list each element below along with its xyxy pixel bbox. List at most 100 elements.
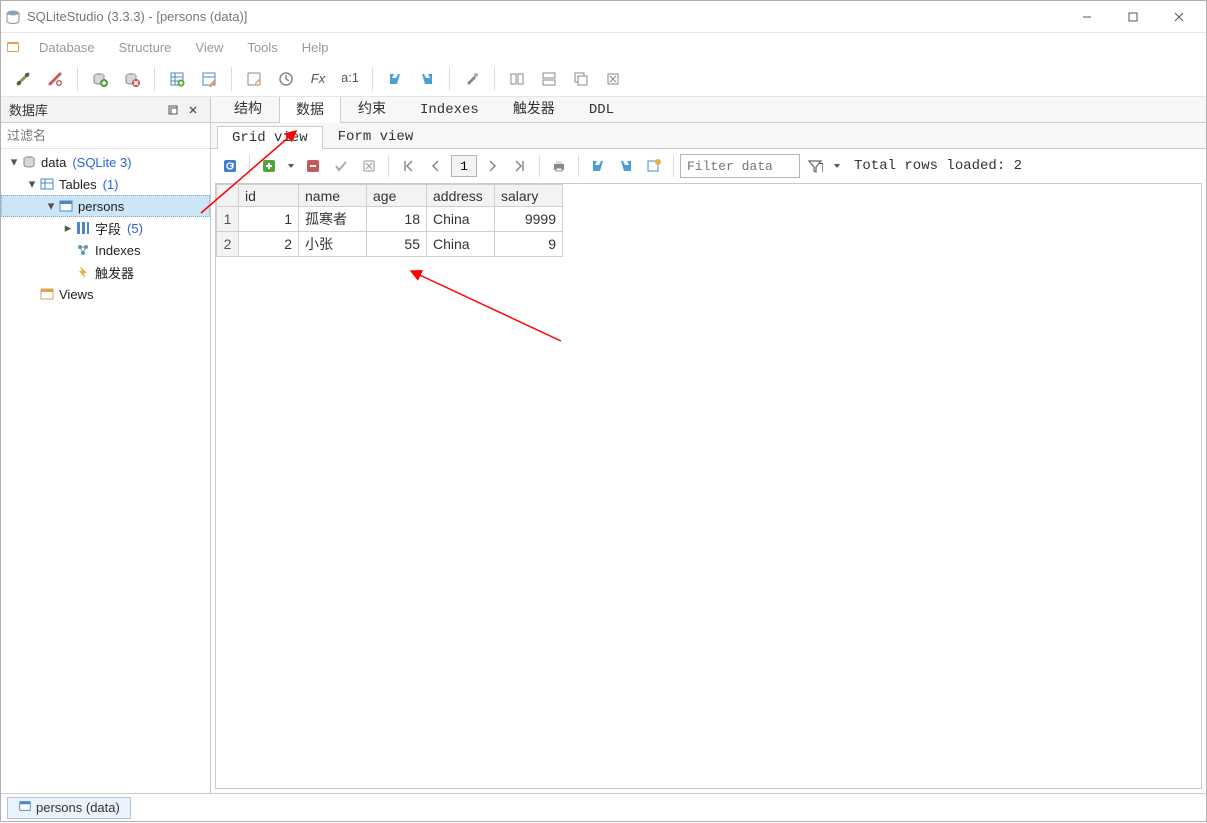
import-data-button[interactable] <box>613 153 639 179</box>
tab-triggers[interactable]: 触发器 <box>496 97 572 122</box>
db-engine: (SQLite 3) <box>72 155 131 170</box>
tree-table-persons[interactable]: ▾ persons <box>1 195 210 217</box>
svg-text:Fx: Fx <box>311 71 326 86</box>
separator <box>449 67 450 91</box>
data-grid-wrapper: idnameageaddresssalary11孤寒者18China999922… <box>215 183 1202 789</box>
menu-tools[interactable]: Tools <box>235 36 289 59</box>
tree-db-node[interactable]: ▾ data (SQLite 3) <box>1 151 210 173</box>
menu-database[interactable]: Database <box>27 36 107 59</box>
remove-db-button[interactable] <box>118 65 146 93</box>
cell[interactable]: 2 <box>239 232 299 257</box>
tab-constraints[interactable]: 约束 <box>341 97 403 122</box>
tree-views-node[interactable]: Views <box>1 283 210 305</box>
views-icon <box>39 286 55 302</box>
close-panel-button[interactable] <box>184 101 202 119</box>
cell[interactable]: 孤寒者 <box>299 207 367 232</box>
cell[interactable]: 1 <box>239 207 299 232</box>
table-row[interactable]: 22小张55China9 <box>217 232 563 257</box>
column-header-name[interactable]: name <box>299 185 367 207</box>
cell[interactable]: 55 <box>367 232 427 257</box>
rollback-button[interactable] <box>356 153 382 179</box>
column-header-address[interactable]: address <box>427 185 495 207</box>
print-button[interactable] <box>546 153 572 179</box>
next-page-button[interactable] <box>479 153 505 179</box>
cell[interactable]: 9999 <box>495 207 563 232</box>
column-header-age[interactable]: age <box>367 185 427 207</box>
cell[interactable]: 9 <box>495 232 563 257</box>
minimize-button[interactable] <box>1064 2 1110 32</box>
separator <box>372 67 373 91</box>
cell[interactable]: China <box>427 232 495 257</box>
expand-icon[interactable]: ▾ <box>44 198 58 214</box>
tree-tables-node[interactable]: ▾ Tables (1) <box>1 173 210 195</box>
open-table-button[interactable] <box>163 65 191 93</box>
cell[interactable]: 小张 <box>299 232 367 257</box>
first-page-button[interactable] <box>395 153 421 179</box>
tab-ddl[interactable]: DDL <box>572 97 631 122</box>
column-header-id[interactable]: id <box>239 185 299 207</box>
collation-button[interactable]: a:1 <box>336 65 364 93</box>
menu-structure[interactable]: Structure <box>107 36 184 59</box>
tile-v-button[interactable] <box>535 65 563 93</box>
export-data-button[interactable] <box>585 153 611 179</box>
sql-editor-button[interactable] <box>240 65 268 93</box>
cell[interactable]: 18 <box>367 207 427 232</box>
maximize-button[interactable] <box>1110 2 1156 32</box>
subtab-form[interactable]: Form view <box>323 125 429 148</box>
insert-row-button[interactable] <box>256 153 282 179</box>
row-number[interactable]: 2 <box>217 232 239 257</box>
tree-fields-node[interactable]: ▸ 字段 (5) <box>1 217 210 239</box>
columns-icon <box>75 220 91 236</box>
refresh-button[interactable] <box>217 153 243 179</box>
filter-data-input[interactable] <box>680 154 800 178</box>
prev-page-button[interactable] <box>423 153 449 179</box>
undock-panel-button[interactable] <box>164 101 182 119</box>
disconnect-db-button[interactable] <box>41 65 69 93</box>
tab-indexes[interactable]: Indexes <box>403 97 496 122</box>
tab-structure[interactable]: 结构 <box>217 97 279 122</box>
filter-row <box>1 123 210 149</box>
last-page-button[interactable] <box>507 153 533 179</box>
insert-row-dropdown[interactable] <box>284 153 298 179</box>
expand-icon[interactable]: ▸ <box>61 220 75 236</box>
commit-button[interactable] <box>328 153 354 179</box>
database-tree[interactable]: ▾ data (SQLite 3) ▾ Tables (1) ▾ person <box>1 149 210 793</box>
export-button[interactable] <box>413 65 441 93</box>
expand-icon[interactable]: ▾ <box>25 176 39 192</box>
tree-triggers-node[interactable]: 触发器 <box>1 261 210 283</box>
window-title: SQLiteStudio (3.3.3) - [persons (data)] <box>27 9 1064 24</box>
populate-button[interactable] <box>641 153 667 179</box>
tree-filter-input[interactable] <box>7 128 204 143</box>
tile-h-button[interactable] <box>503 65 531 93</box>
row-number[interactable]: 1 <box>217 207 239 232</box>
edit-table-button[interactable] <box>195 65 223 93</box>
data-grid[interactable]: idnameageaddresssalary11孤寒者18China999922… <box>216 184 563 257</box>
page-number-input[interactable] <box>451 155 477 177</box>
close-all-button[interactable] <box>599 65 627 93</box>
connect-db-button[interactable] <box>9 65 37 93</box>
delete-row-button[interactable] <box>300 153 326 179</box>
filter-apply-button[interactable]: T <box>802 153 828 179</box>
cascade-button[interactable] <box>567 65 595 93</box>
menu-help[interactable]: Help <box>290 36 341 59</box>
main-toolbar: Fx a:1 <box>1 61 1206 97</box>
table-row[interactable]: 11孤寒者18China9999 <box>217 207 563 232</box>
expand-icon[interactable]: ▾ <box>7 154 21 170</box>
column-header-salary[interactable]: salary <box>495 185 563 207</box>
subtab-grid[interactable]: Grid view <box>217 126 323 149</box>
separator <box>154 67 155 91</box>
cell[interactable]: China <box>427 207 495 232</box>
config-button[interactable] <box>458 65 486 93</box>
svg-text:a:1: a:1 <box>342 71 358 85</box>
add-db-button[interactable] <box>86 65 114 93</box>
functions-button[interactable]: Fx <box>304 65 332 93</box>
status-tab-persons[interactable]: persons (data) <box>7 797 131 819</box>
history-button[interactable] <box>272 65 300 93</box>
tables-count: (1) <box>103 177 119 192</box>
close-button[interactable] <box>1156 2 1202 32</box>
tree-indexes-node[interactable]: Indexes <box>1 239 210 261</box>
filter-dropdown[interactable] <box>830 153 844 179</box>
tab-data[interactable]: 数据 <box>279 97 341 123</box>
import-button[interactable] <box>381 65 409 93</box>
menu-view[interactable]: View <box>183 36 235 59</box>
